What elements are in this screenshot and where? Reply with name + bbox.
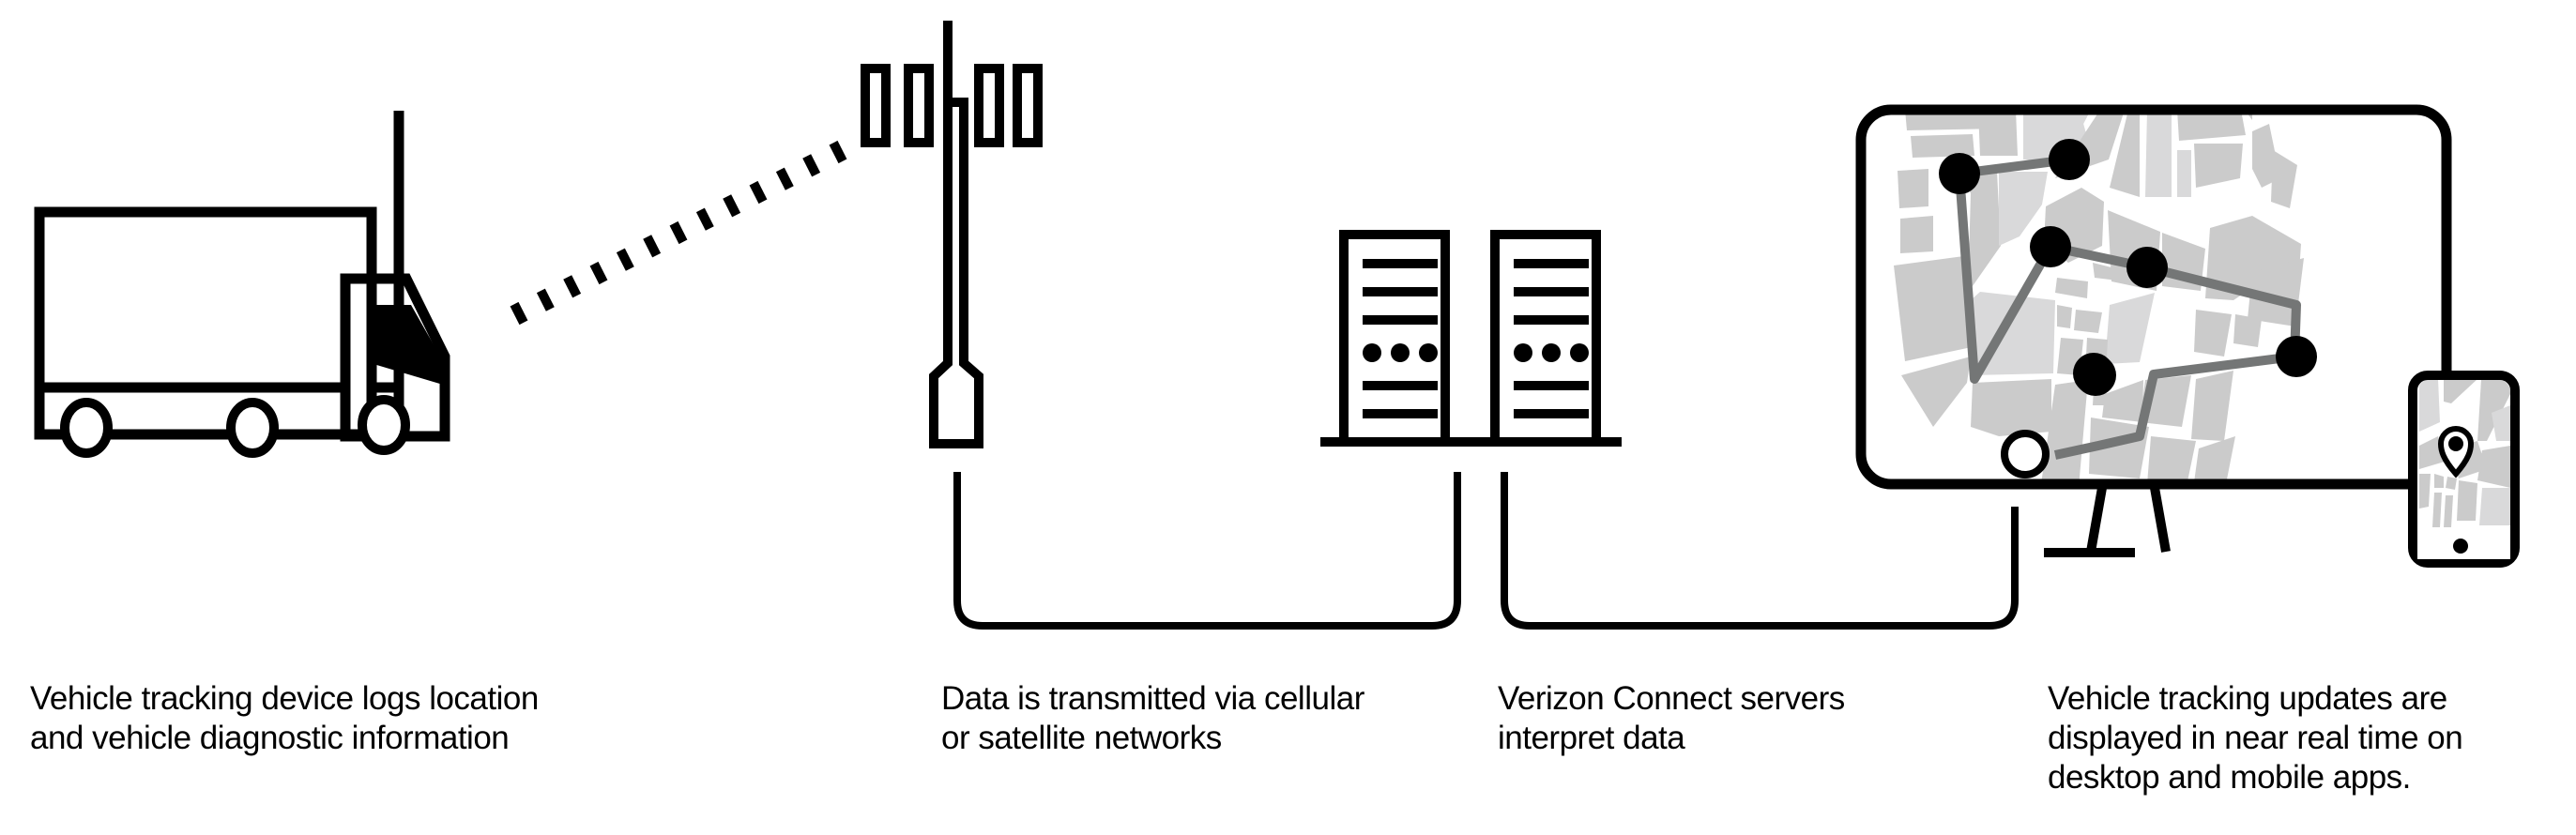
caption-step-apps: Vehicle tracking updates are displayed i… [2048, 679, 2463, 797]
truck-wheel-middle [226, 398, 279, 458]
server-led [1363, 343, 1381, 362]
caption-line: Verizon Connect servers [1498, 680, 1845, 717]
monitor-base [2044, 548, 2135, 557]
cell-tower-icon [861, 21, 1043, 448]
server-slot [1363, 315, 1438, 325]
signal-dash [802, 154, 821, 177]
connector-servers-to-apps [1501, 472, 2019, 630]
server-led [1419, 343, 1438, 362]
route-stop-marker [2073, 353, 2114, 394]
map-block [2194, 144, 2243, 188]
antenna-panel-2 [904, 64, 934, 147]
server-led [1514, 343, 1532, 362]
server-shelf [1320, 437, 1622, 447]
server-slot [1514, 315, 1589, 325]
servers-icon [1320, 230, 1622, 447]
monitor-stand [2086, 487, 2171, 553]
signal-dash [616, 248, 634, 271]
tower-mast [929, 21, 983, 448]
route-stop-marker [2049, 139, 2090, 180]
route-stop-marker [2126, 247, 2168, 288]
map-block [1894, 255, 1972, 361]
map-block [1900, 216, 1933, 253]
truck-windshield [373, 305, 443, 385]
map-block [2147, 436, 2196, 484]
caption-step-network: Data is transmitted via cellular or sate… [941, 679, 1364, 758]
map-block [1978, 110, 2018, 156]
truck-wheel-front [358, 395, 410, 455]
antenna-panel-1 [861, 64, 891, 147]
signal-dash [749, 180, 768, 205]
caption-line: and vehicle diagnostic information [30, 720, 510, 756]
signal-dash [775, 167, 794, 190]
truck-wheels [60, 395, 410, 458]
server-led [1391, 343, 1410, 362]
connector-network-to-servers [953, 472, 1461, 630]
antenna-panel-4 [1013, 64, 1043, 147]
server-slot [1363, 381, 1438, 390]
server-slot [1363, 259, 1438, 268]
caption-line: interpret data [1498, 720, 1685, 756]
signal-dash [695, 207, 714, 231]
route-stop-marker [2276, 336, 2317, 377]
signal-dash [669, 220, 688, 245]
server-slot [1514, 409, 1589, 418]
map-block [2105, 293, 2155, 364]
map-block [2271, 150, 2297, 208]
server-unit [1490, 230, 1601, 443]
map-block [2074, 310, 2102, 333]
map-block [2057, 305, 2072, 328]
map-block [2446, 477, 2457, 490]
signal-dash [563, 275, 582, 298]
caption-line: or satellite networks [941, 720, 1222, 756]
phone-home-button [2453, 539, 2468, 554]
caption-line: displayed in near real time on [2048, 720, 2463, 756]
map-block [1898, 169, 1928, 208]
map-block [1971, 379, 2051, 436]
server-slot [1514, 259, 1589, 268]
map-block [2191, 371, 2233, 441]
server-slot [1514, 287, 1589, 296]
server-slot [1363, 409, 1438, 418]
map-block [2457, 480, 2477, 521]
antenna-panel-3 [974, 64, 1004, 147]
map-block [2194, 310, 2232, 357]
map-block [2177, 150, 2191, 197]
caption-line: Vehicle tracking device logs location [30, 680, 539, 717]
signal-dash [589, 261, 608, 285]
mobile-phone-icon [2408, 371, 2520, 568]
server-slot [1363, 287, 1438, 296]
map-block [2055, 278, 2088, 298]
caption-line: Vehicle tracking updates are [2048, 680, 2447, 717]
map-block [2194, 436, 2235, 484]
caption-step-servers: Verizon Connect servers interpret data [1498, 679, 1845, 758]
caption-line: desktop and mobile apps. [2048, 759, 2411, 796]
signal-dash [829, 140, 847, 164]
route-stop-marker [1939, 153, 1980, 194]
server-led [1542, 343, 1561, 362]
map-block [2419, 474, 2431, 509]
caption-step-device: Vehicle tracking device logs location an… [30, 679, 539, 758]
server-slot [1514, 381, 1589, 390]
wireless-signal-dashes [510, 140, 847, 326]
caption-line: Data is transmitted via cellular [941, 680, 1364, 717]
desktop-monitor-icon [1855, 104, 2452, 557]
map-block [2233, 314, 2262, 347]
server-led [1570, 343, 1589, 362]
map-block [2145, 110, 2172, 197]
map-block [1901, 357, 1971, 427]
server-unit [1339, 230, 1450, 443]
signal-dash [723, 194, 741, 218]
route-stop-marker [2030, 226, 2071, 267]
map-block [2479, 488, 2510, 525]
signal-dash [643, 235, 662, 258]
truck-wheel-rear [60, 398, 113, 458]
signal-dash [536, 288, 555, 311]
signal-dash [510, 301, 528, 326]
route-start-marker [2001, 430, 2050, 478]
